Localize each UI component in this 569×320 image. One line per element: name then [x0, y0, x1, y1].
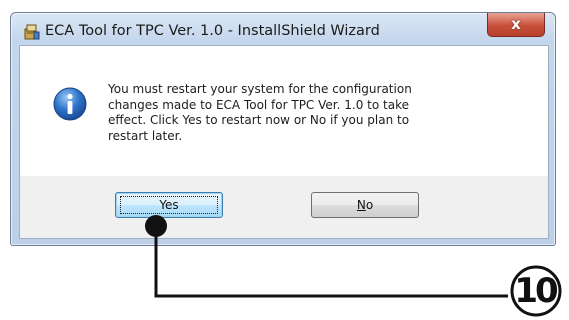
callout-number: 10: [514, 271, 558, 311]
callout-dot: [145, 215, 167, 237]
callout-line: [154, 226, 508, 298]
callout-annotation: [145, 215, 562, 317]
